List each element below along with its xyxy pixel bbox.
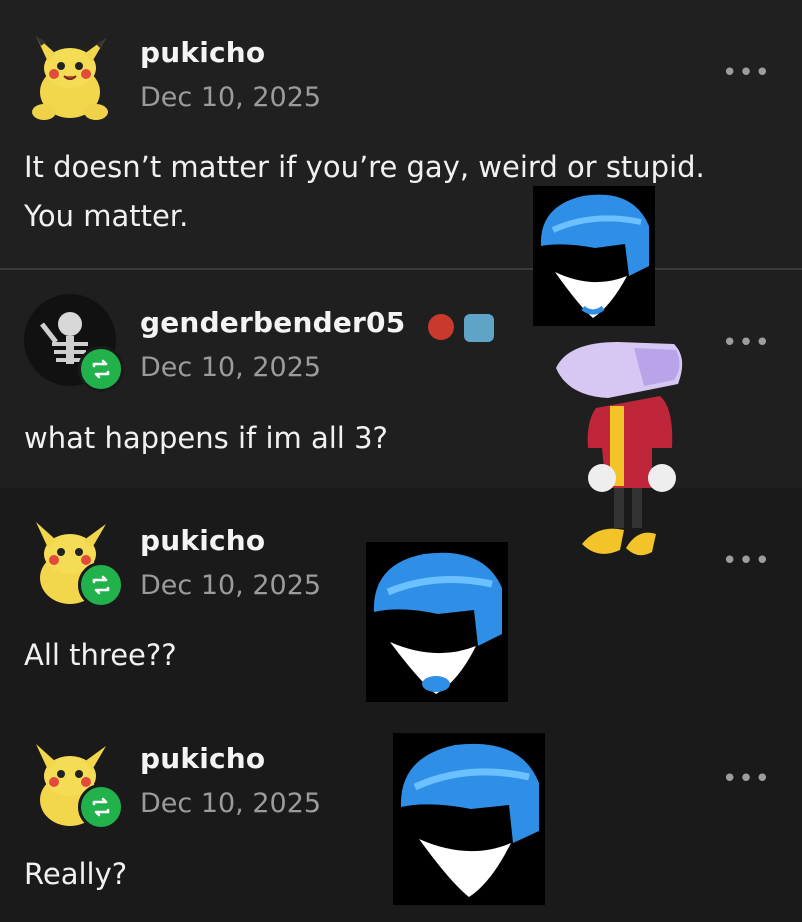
- red-badge-icon: [428, 314, 454, 340]
- blue-helmet-sticker-icon: [366, 542, 508, 702]
- reblog-icon: [78, 562, 124, 608]
- reblog-icon: [78, 784, 124, 830]
- robot-character-sticker-icon: [548, 338, 694, 564]
- post-date: Dec 10, 2025: [140, 788, 322, 819]
- username[interactable]: pukicho: [140, 36, 265, 69]
- post-1: pukicho Dec 10, 2025 ••• It doesn’t matt…: [0, 0, 802, 270]
- more-options-icon[interactable]: •••: [722, 764, 771, 794]
- post-date: Dec 10, 2025: [140, 570, 322, 601]
- username[interactable]: genderbender05: [140, 306, 405, 339]
- blue-helmet-sticker-icon: [393, 733, 545, 905]
- username[interactable]: pukicho: [140, 742, 265, 775]
- post-date: Dec 10, 2025: [140, 82, 322, 113]
- more-options-icon[interactable]: •••: [722, 546, 771, 576]
- post-text: Really?: [24, 857, 128, 891]
- reblog-icon: [78, 346, 124, 392]
- post-text-line-2: You matter.: [24, 199, 189, 233]
- more-options-icon[interactable]: •••: [722, 328, 771, 358]
- post-text-line-1: It doesn’t matter if you’re gay, weird o…: [24, 150, 705, 184]
- post-text: what happens if im all 3?: [24, 421, 388, 455]
- more-options-icon[interactable]: •••: [722, 58, 771, 88]
- pikachu-avatar-icon[interactable]: [24, 34, 116, 126]
- post-text: All three??: [24, 638, 177, 672]
- blue-badge-icon: [464, 314, 494, 342]
- username[interactable]: pukicho: [140, 524, 265, 557]
- post-date: Dec 10, 2025: [140, 352, 322, 383]
- blue-helmet-sticker-icon: [533, 186, 655, 326]
